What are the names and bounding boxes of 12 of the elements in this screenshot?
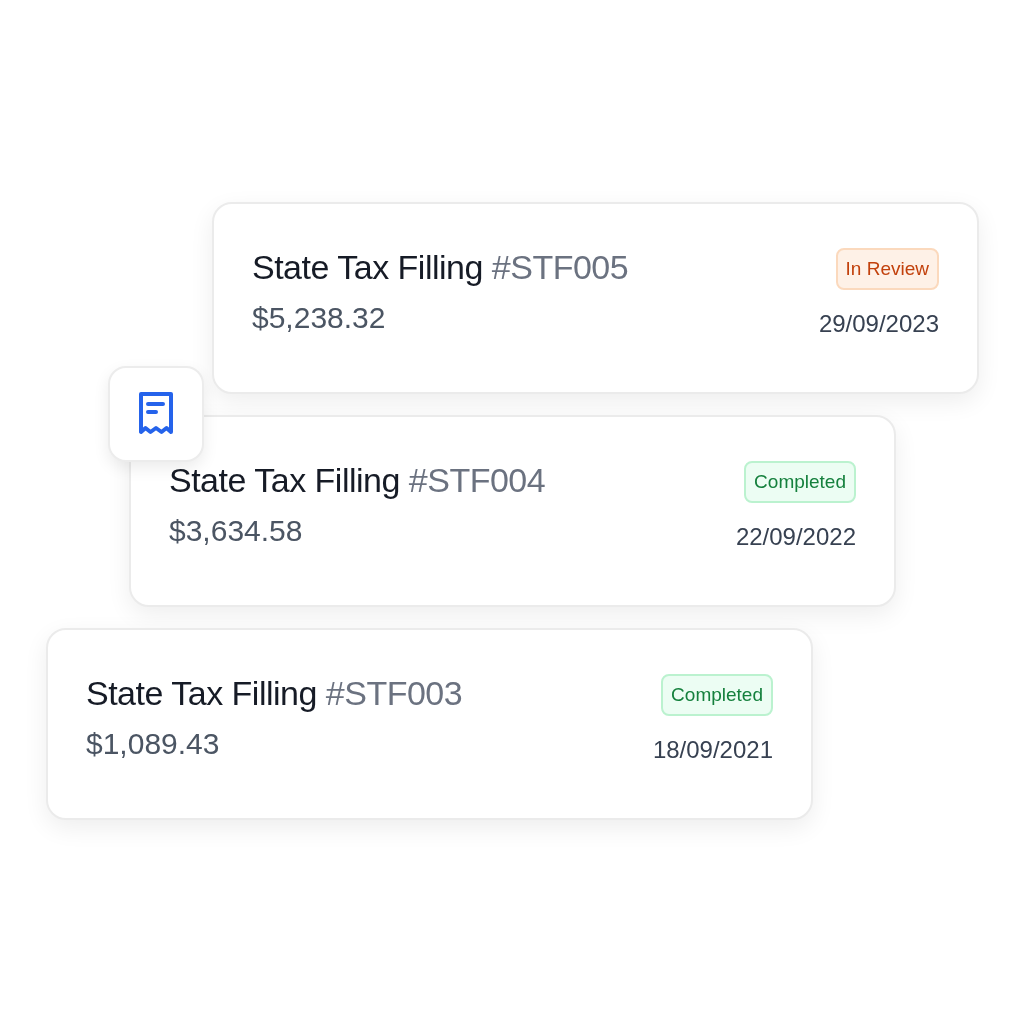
status-badge: In Review: [835, 248, 939, 290]
filing-date: 22/09/2022: [735, 523, 856, 551]
filing-amount: $1,089.43: [86, 727, 221, 761]
status-badge: Completed: [661, 674, 773, 716]
filing-title: State Tax Filling #STF005: [252, 248, 629, 287]
filing-title: State Tax Filling #STF003: [86, 674, 463, 713]
filing-amount: $5,238.32: [252, 301, 387, 335]
filing-date: 18/09/2021: [652, 736, 773, 764]
filing-date: 29/09/2023: [818, 310, 939, 338]
status-badge: Completed: [744, 461, 856, 503]
filing-amount: $3,634.58: [169, 514, 304, 548]
filing-title: State Tax Filling #STF004: [169, 461, 546, 500]
